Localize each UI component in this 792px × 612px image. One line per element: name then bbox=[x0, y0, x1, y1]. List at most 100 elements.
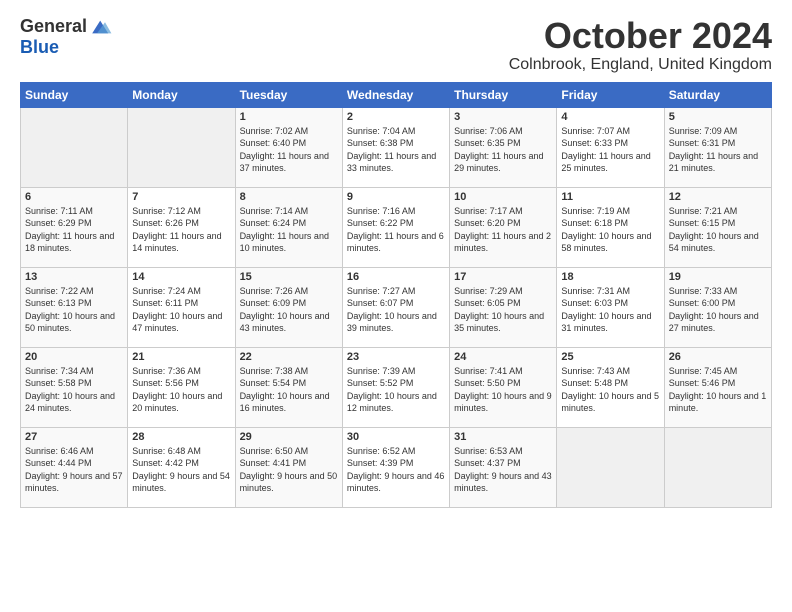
day-number: 26 bbox=[669, 351, 767, 363]
day-number: 3 bbox=[454, 111, 552, 123]
day-info: Sunrise: 7:29 AMSunset: 6:05 PMDaylight:… bbox=[454, 285, 552, 335]
header-day-saturday: Saturday bbox=[664, 82, 771, 107]
day-number: 13 bbox=[25, 271, 123, 283]
day-info: Sunrise: 7:02 AMSunset: 6:40 PMDaylight:… bbox=[240, 125, 338, 175]
calendar-cell: 17 Sunrise: 7:29 AMSunset: 6:05 PMDayligh… bbox=[450, 267, 557, 347]
day-number: 21 bbox=[132, 351, 230, 363]
header-day-monday: Monday bbox=[128, 82, 235, 107]
day-info: Sunrise: 6:46 AMSunset: 4:44 PMDaylight:… bbox=[25, 445, 123, 495]
logo-blue-text: Blue bbox=[20, 37, 59, 58]
day-number: 6 bbox=[25, 191, 123, 203]
calendar-cell bbox=[664, 427, 771, 507]
day-number: 10 bbox=[454, 191, 552, 203]
day-number: 5 bbox=[669, 111, 767, 123]
logo-icon bbox=[89, 17, 113, 37]
day-info: Sunrise: 7:45 AMSunset: 5:46 PMDaylight:… bbox=[669, 365, 767, 415]
day-number: 15 bbox=[240, 271, 338, 283]
calendar-week-4: 20 Sunrise: 7:34 AMSunset: 5:58 PMDayligh… bbox=[21, 347, 772, 427]
day-number: 4 bbox=[561, 111, 659, 123]
day-number: 29 bbox=[240, 431, 338, 443]
calendar-cell bbox=[557, 427, 664, 507]
day-info: Sunrise: 7:07 AMSunset: 6:33 PMDaylight:… bbox=[561, 125, 659, 175]
day-number: 2 bbox=[347, 111, 445, 123]
calendar-cell: 25 Sunrise: 7:43 AMSunset: 5:48 PMDayligh… bbox=[557, 347, 664, 427]
day-info: Sunrise: 7:41 AMSunset: 5:50 PMDaylight:… bbox=[454, 365, 552, 415]
header-day-sunday: Sunday bbox=[21, 82, 128, 107]
calendar-cell: 13Sunrise: 7:22 AMSunset: 6:13 PMDayligh… bbox=[21, 267, 128, 347]
header-day-thursday: Thursday bbox=[450, 82, 557, 107]
calendar-cell: 26 Sunrise: 7:45 AMSunset: 5:46 PMDayligh… bbox=[664, 347, 771, 427]
calendar-cell: 7Sunrise: 7:12 AMSunset: 6:26 PMDaylight… bbox=[128, 187, 235, 267]
day-number: 31 bbox=[454, 431, 552, 443]
day-number: 25 bbox=[561, 351, 659, 363]
day-info: Sunrise: 6:48 AMSunset: 4:42 PMDaylight:… bbox=[132, 445, 230, 495]
day-info: Sunrise: 6:50 AMSunset: 4:41 PMDaylight:… bbox=[240, 445, 338, 495]
day-number: 28 bbox=[132, 431, 230, 443]
location-title: Colnbrook, England, United Kingdom bbox=[509, 56, 772, 74]
calendar-cell bbox=[128, 107, 235, 187]
day-info: Sunrise: 7:24 AMSunset: 6:11 PMDaylight:… bbox=[132, 285, 230, 335]
calendar-cell: 30 Sunrise: 6:52 AMSunset: 4:39 PMDayligh… bbox=[342, 427, 449, 507]
calendar-cell: 20 Sunrise: 7:34 AMSunset: 5:58 PMDayligh… bbox=[21, 347, 128, 427]
calendar-cell: 22 Sunrise: 7:38 AMSunset: 5:54 PMDayligh… bbox=[235, 347, 342, 427]
day-info: Sunrise: 7:26 AMSunset: 6:09 PMDaylight:… bbox=[240, 285, 338, 335]
calendar-cell: 14Sunrise: 7:24 AMSunset: 6:11 PMDayligh… bbox=[128, 267, 235, 347]
day-info: Sunrise: 7:36 AMSunset: 5:56 PMDaylight:… bbox=[132, 365, 230, 415]
day-info: Sunrise: 7:09 AMSunset: 6:31 PMDaylight:… bbox=[669, 125, 767, 175]
logo-general-text: General bbox=[20, 16, 87, 37]
month-title: October 2024 bbox=[509, 16, 772, 56]
logo: General Blue bbox=[20, 16, 113, 58]
header-day-wednesday: Wednesday bbox=[342, 82, 449, 107]
day-info: Sunrise: 7:06 AMSunset: 6:35 PMDaylight:… bbox=[454, 125, 552, 175]
day-info: Sunrise: 7:12 AMSunset: 6:26 PMDaylight:… bbox=[132, 205, 230, 255]
calendar-cell: 31 Sunrise: 6:53 AMSunset: 4:37 PMDayligh… bbox=[450, 427, 557, 507]
day-number: 8 bbox=[240, 191, 338, 203]
day-info: Sunrise: 7:38 AMSunset: 5:54 PMDaylight:… bbox=[240, 365, 338, 415]
day-number: 30 bbox=[347, 431, 445, 443]
day-info: Sunrise: 7:16 AMSunset: 6:22 PMDaylight:… bbox=[347, 205, 445, 255]
calendar-cell: 27 Sunrise: 6:46 AMSunset: 4:44 PMDayligh… bbox=[21, 427, 128, 507]
day-number: 17 bbox=[454, 271, 552, 283]
calendar-cell: 10Sunrise: 7:17 AMSunset: 6:20 PMDayligh… bbox=[450, 187, 557, 267]
calendar-cell: 3 Sunrise: 7:06 AMSunset: 6:35 PMDaylight… bbox=[450, 107, 557, 187]
calendar-cell: 23Sunrise: 7:39 AMSunset: 5:52 PMDayligh… bbox=[342, 347, 449, 427]
calendar-cell: 15 Sunrise: 7:26 AMSunset: 6:09 PMDayligh… bbox=[235, 267, 342, 347]
day-info: Sunrise: 6:52 AMSunset: 4:39 PMDaylight:… bbox=[347, 445, 445, 495]
calendar-cell: 24Sunrise: 7:41 AMSunset: 5:50 PMDayligh… bbox=[450, 347, 557, 427]
calendar-cell: 16Sunrise: 7:27 AMSunset: 6:07 PMDayligh… bbox=[342, 267, 449, 347]
calendar-cell: 5 Sunrise: 7:09 AMSunset: 6:31 PMDaylight… bbox=[664, 107, 771, 187]
day-info: Sunrise: 7:33 AMSunset: 6:00 PMDaylight:… bbox=[669, 285, 767, 335]
calendar-cell: 11 Sunrise: 7:19 AMSunset: 6:18 PMDayligh… bbox=[557, 187, 664, 267]
day-info: Sunrise: 7:04 AMSunset: 6:38 PMDaylight:… bbox=[347, 125, 445, 175]
day-number: 11 bbox=[561, 191, 659, 203]
day-info: Sunrise: 6:53 AMSunset: 4:37 PMDaylight:… bbox=[454, 445, 552, 495]
day-info: Sunrise: 7:39 AMSunset: 5:52 PMDaylight:… bbox=[347, 365, 445, 415]
calendar-week-5: 27 Sunrise: 6:46 AMSunset: 4:44 PMDayligh… bbox=[21, 427, 772, 507]
calendar-cell: 1Sunrise: 7:02 AMSunset: 6:40 PMDaylight… bbox=[235, 107, 342, 187]
calendar-cell: 28 Sunrise: 6:48 AMSunset: 4:42 PMDayligh… bbox=[128, 427, 235, 507]
calendar-cell: 2 Sunrise: 7:04 AMSunset: 6:38 PMDaylight… bbox=[342, 107, 449, 187]
day-number: 19 bbox=[669, 271, 767, 283]
calendar-cell: 8 Sunrise: 7:14 AMSunset: 6:24 PMDaylight… bbox=[235, 187, 342, 267]
day-number: 9 bbox=[347, 191, 445, 203]
calendar-cell: 12 Sunrise: 7:21 AMSunset: 6:15 PMDayligh… bbox=[664, 187, 771, 267]
day-number: 27 bbox=[25, 431, 123, 443]
day-info: Sunrise: 7:34 AMSunset: 5:58 PMDaylight:… bbox=[25, 365, 123, 415]
day-number: 12 bbox=[669, 191, 767, 203]
calendar-cell: 4 Sunrise: 7:07 AMSunset: 6:33 PMDaylight… bbox=[557, 107, 664, 187]
calendar-cell: 18 Sunrise: 7:31 AMSunset: 6:03 PMDayligh… bbox=[557, 267, 664, 347]
day-info: Sunrise: 7:21 AMSunset: 6:15 PMDaylight:… bbox=[669, 205, 767, 255]
calendar-cell: 29 Sunrise: 6:50 AMSunset: 4:41 PMDayligh… bbox=[235, 427, 342, 507]
day-number: 20 bbox=[25, 351, 123, 363]
header-day-friday: Friday bbox=[557, 82, 664, 107]
header-day-tuesday: Tuesday bbox=[235, 82, 342, 107]
day-info: Sunrise: 7:14 AMSunset: 6:24 PMDaylight:… bbox=[240, 205, 338, 255]
day-info: Sunrise: 7:19 AMSunset: 6:18 PMDaylight:… bbox=[561, 205, 659, 255]
calendar-week-1: 1Sunrise: 7:02 AMSunset: 6:40 PMDaylight… bbox=[21, 107, 772, 187]
day-info: Sunrise: 7:43 AMSunset: 5:48 PMDaylight:… bbox=[561, 365, 659, 415]
day-number: 18 bbox=[561, 271, 659, 283]
day-number: 22 bbox=[240, 351, 338, 363]
day-info: Sunrise: 7:31 AMSunset: 6:03 PMDaylight:… bbox=[561, 285, 659, 335]
title-block: October 2024 Colnbrook, England, United … bbox=[509, 16, 772, 74]
header: General Blue October 2024 Colnbrook, Eng… bbox=[20, 16, 772, 74]
